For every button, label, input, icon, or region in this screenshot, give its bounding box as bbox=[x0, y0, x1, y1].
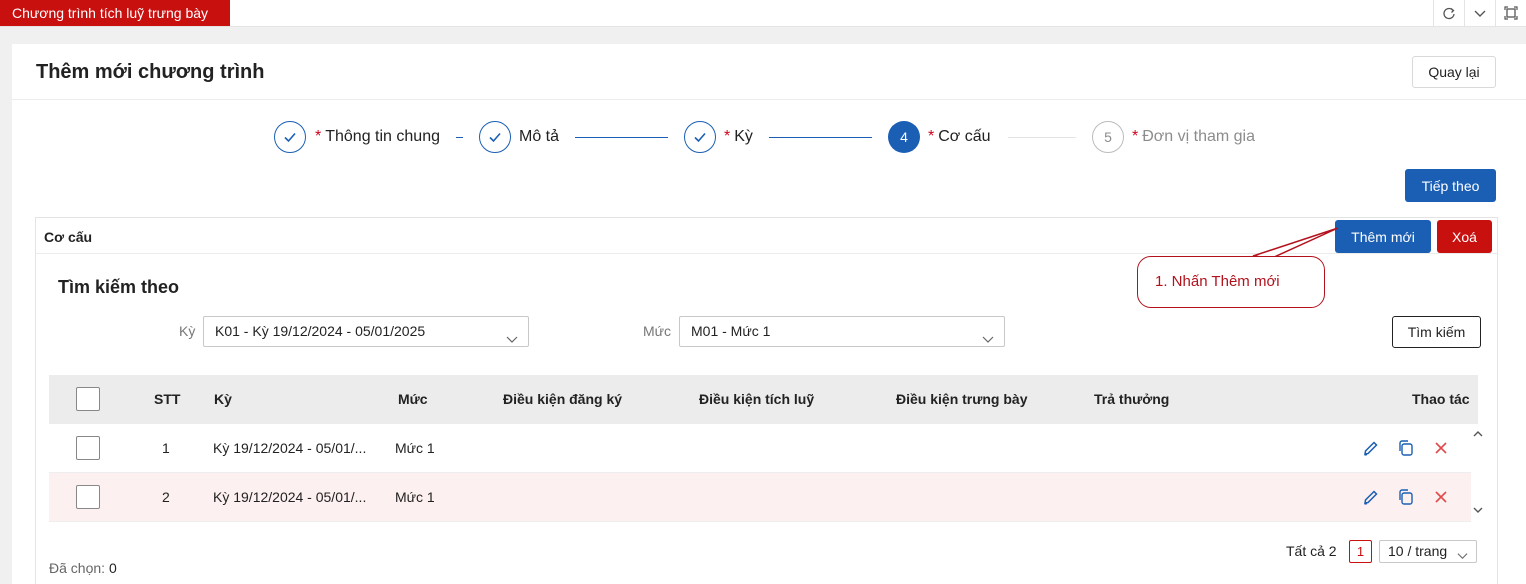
page-header: Thêm mới chương trình Quay lại bbox=[12, 44, 1526, 100]
col-actions: Thao tác bbox=[1412, 391, 1470, 407]
step-connector bbox=[575, 137, 668, 138]
window-controls bbox=[1433, 0, 1526, 26]
table-row[interactable]: 1 Kỳ 19/12/2024 - 05/01/... Mức 1 bbox=[49, 424, 1471, 473]
period-filter-label: Kỳ bbox=[179, 323, 196, 339]
table-row[interactable]: 2 Kỳ 19/12/2024 - 05/01/... Mức 1 bbox=[49, 473, 1471, 522]
row-checkbox[interactable] bbox=[76, 485, 100, 509]
chevron-down-icon bbox=[982, 326, 994, 355]
period-select[interactable]: K01 - Kỳ 19/12/2024 - 05/01/2025 bbox=[203, 316, 529, 347]
search-button[interactable]: Tìm kiếm bbox=[1392, 316, 1481, 348]
cell-level: Mức 1 bbox=[395, 440, 435, 456]
chevron-down-icon[interactable] bbox=[1464, 0, 1495, 26]
step-2-check-icon[interactable] bbox=[479, 121, 511, 153]
step-1-check-icon[interactable] bbox=[274, 121, 306, 153]
col-stt: STT bbox=[154, 391, 181, 407]
cell-period: Kỳ 19/12/2024 - 05/01/... bbox=[213, 440, 367, 456]
step-5-circle[interactable]: 5 bbox=[1092, 121, 1124, 153]
fullscreen-icon[interactable] bbox=[1495, 0, 1526, 26]
cell-period: Kỳ 19/12/2024 - 05/01/... bbox=[213, 489, 367, 505]
delete-icon[interactable] bbox=[1431, 438, 1451, 458]
annotation-callout: 1. Nhấn Thêm mới bbox=[1137, 256, 1325, 308]
page-size-select[interactable]: 10 / trang bbox=[1379, 540, 1477, 563]
step-4-circle[interactable]: 4 bbox=[888, 121, 920, 153]
table-scrollbar[interactable] bbox=[1471, 424, 1485, 522]
top-bar: Chương trình tích luỹ trưng bày bbox=[0, 0, 1526, 27]
select-all-checkbox[interactable] bbox=[76, 387, 100, 411]
level-select[interactable]: M01 - Mức 1 bbox=[679, 316, 1005, 347]
next-button[interactable]: Tiếp theo bbox=[1405, 169, 1496, 202]
edit-icon[interactable] bbox=[1360, 487, 1380, 507]
page-1-button[interactable]: 1 bbox=[1349, 540, 1372, 563]
step-connector bbox=[456, 137, 463, 138]
scroll-down-icon[interactable] bbox=[1473, 502, 1483, 520]
step-1-label[interactable]: * Thông tin chung bbox=[315, 128, 440, 146]
selected-count: Đã chọn: 0 bbox=[49, 560, 117, 576]
col-accumulate-condition: Điều kiện tích luỹ bbox=[699, 391, 815, 407]
row-checkbox[interactable] bbox=[76, 436, 100, 460]
level-filter-label: Mức bbox=[643, 323, 672, 339]
app-tab[interactable]: Chương trình tích luỹ trưng bày bbox=[0, 0, 230, 26]
add-new-button[interactable]: Thêm mới bbox=[1335, 220, 1431, 253]
copy-icon[interactable] bbox=[1396, 438, 1416, 458]
step-3-label[interactable]: * Kỳ bbox=[724, 128, 753, 146]
chevron-down-icon bbox=[506, 326, 518, 355]
main-card: Thêm mới chương trình Quay lại * Thông ti… bbox=[12, 44, 1526, 584]
cell-stt: 1 bbox=[162, 440, 170, 456]
step-2-label[interactable]: Mô tả bbox=[519, 128, 559, 146]
section-header: Cơ cấu Thêm mới Xoá bbox=[36, 218, 1497, 254]
refresh-icon[interactable] bbox=[1433, 0, 1464, 26]
scroll-up-icon[interactable] bbox=[1473, 426, 1483, 444]
stepper: * Thông tin chung Mô tả * Kỳ 4 * Cơ cấu 5 *… bbox=[12, 120, 1526, 154]
search-title: Tìm kiếm theo bbox=[58, 277, 180, 297]
step-connector bbox=[769, 137, 872, 138]
back-button[interactable]: Quay lại bbox=[1412, 56, 1496, 88]
step-4-label[interactable]: * Cơ cấu bbox=[928, 128, 991, 146]
col-level: Mức bbox=[398, 391, 428, 407]
section-title: Cơ cấu bbox=[44, 229, 93, 245]
cell-stt: 2 bbox=[162, 489, 170, 505]
col-register-condition: Điều kiện đăng ký bbox=[503, 391, 623, 407]
step-5-label[interactable]: * Đơn vị tham gia bbox=[1132, 128, 1255, 146]
chevron-down-icon bbox=[1457, 546, 1468, 567]
step-3-check-icon[interactable] bbox=[684, 121, 716, 153]
step-connector bbox=[1008, 137, 1076, 138]
table-header: STT Kỳ Mức Điều kiện đăng ký Điều kiện t… bbox=[49, 375, 1478, 424]
col-display-condition: Điều kiện trưng bày bbox=[896, 391, 1028, 407]
delete-button[interactable]: Xoá bbox=[1437, 220, 1492, 253]
edit-icon[interactable] bbox=[1360, 438, 1380, 458]
total-count: Tất cả 2 bbox=[1286, 543, 1337, 559]
copy-icon[interactable] bbox=[1396, 487, 1416, 507]
col-reward: Trả thưởng bbox=[1094, 391, 1170, 407]
cell-level: Mức 1 bbox=[395, 489, 435, 505]
page-title: Thêm mới chương trình bbox=[36, 61, 265, 83]
col-period: Kỳ bbox=[214, 391, 232, 407]
delete-icon[interactable] bbox=[1431, 487, 1451, 507]
